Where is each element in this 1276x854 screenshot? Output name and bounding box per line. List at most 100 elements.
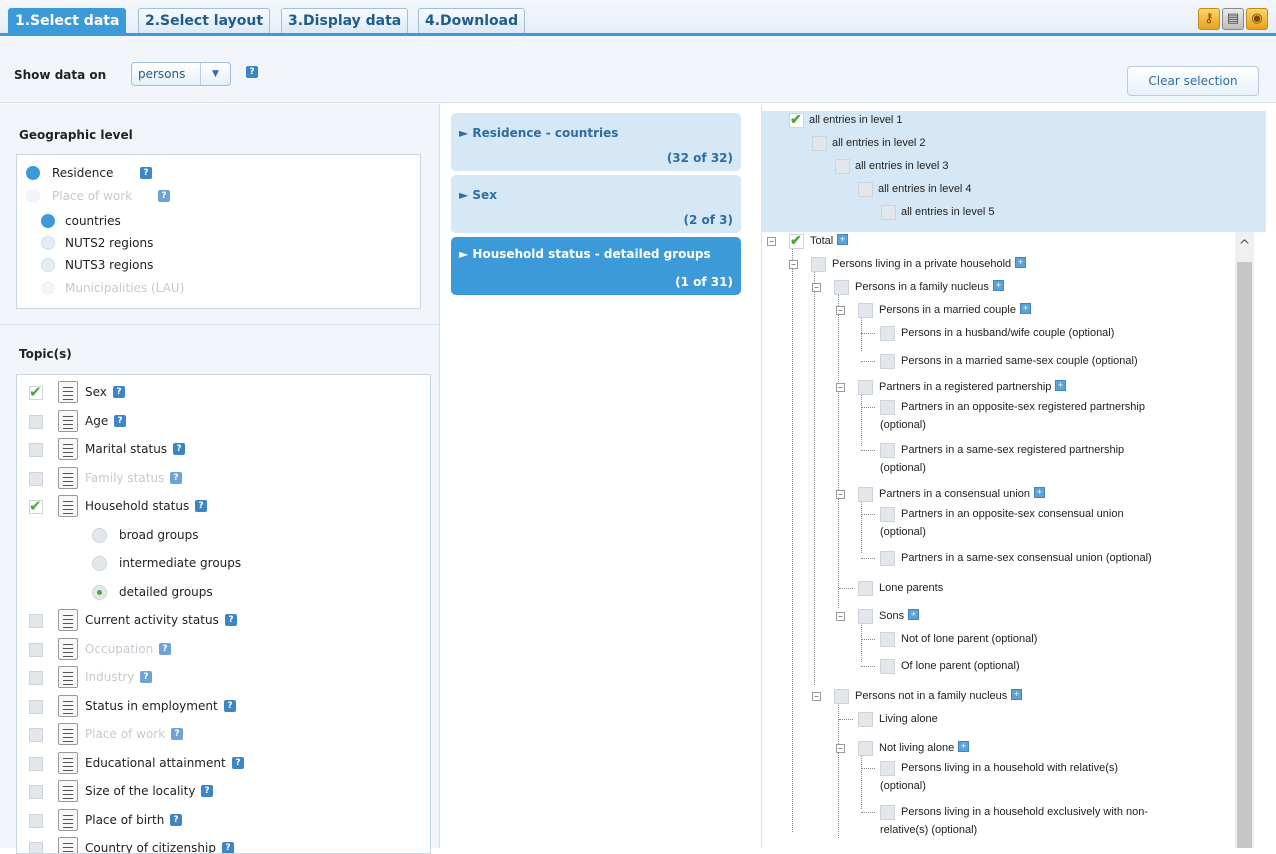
radio-button[interactable] [26,166,40,180]
help-icon[interactable]: ? [224,699,236,712]
level-checkbox[interactable] [835,159,850,174]
topic-item[interactable]: Occupation? [17,636,417,664]
unit-select[interactable]: persons ▼ [131,62,231,86]
document-icon[interactable] [58,780,78,802]
topic-checkbox[interactable] [29,414,43,429]
dimension-card-residence[interactable]: ► Residence - countries (32 of 32) [451,113,741,171]
geo-option[interactable]: Residence? [26,163,326,183]
tree-checkbox[interactable] [880,400,895,415]
radio-button[interactable] [41,236,55,250]
radio-button[interactable] [41,258,55,272]
expand-details-icon[interactable]: + [993,280,1004,291]
help-icon[interactable]: ? [232,756,244,769]
expand-details-icon[interactable]: + [1015,257,1026,268]
topic-checkbox[interactable] [29,699,43,714]
tree-checkbox[interactable] [880,354,895,369]
disc-icon[interactable]: ◉ [1246,8,1268,30]
document-icon[interactable] [58,808,78,831]
dimension-card-sex[interactable]: ► Sex (2 of 3) [451,175,741,233]
clear-selection-button[interactable]: Clear selection [1127,66,1259,96]
collapse-toggle[interactable]: − [836,383,845,392]
collapse-toggle[interactable]: − [812,692,821,701]
household-level-option[interactable]: broad groups [17,522,417,550]
geo-option[interactable]: NUTS3 regions [41,255,341,275]
expand-details-icon[interactable]: + [1055,380,1066,391]
tree-checkbox[interactable] [858,609,873,624]
tree-checkbox[interactable] [880,443,895,458]
radio-button[interactable] [41,214,55,228]
tree-checkbox[interactable] [880,507,895,522]
expand-details-icon[interactable]: + [1034,487,1045,498]
scroll-up-icon[interactable]: ^ [1235,232,1254,260]
tree-checkbox[interactable] [858,741,873,756]
topic-item[interactable]: Place of birth? [17,807,417,835]
geo-option[interactable]: countries [41,211,341,231]
tree-checkbox[interactable] [858,712,873,727]
scrollbar[interactable]: ^ [1235,232,1254,848]
tree-checkbox[interactable] [880,326,895,341]
tree-checkbox[interactable]: ✔ [789,232,804,249]
tab-display-data[interactable]: 3.Display data [281,8,409,34]
topic-checkbox[interactable]: ✔ [29,497,43,515]
help-icon[interactable]: ? [170,813,182,826]
topic-checkbox[interactable] [29,842,43,853]
help-icon[interactable]: ? [246,66,258,78]
help-icon[interactable]: ? [113,386,125,398]
tab-download[interactable]: 4.Download [418,8,526,34]
collapse-toggle[interactable]: − [836,490,845,499]
key-icon[interactable]: ⚷ [1198,8,1220,30]
collapse-toggle[interactable]: − [836,612,845,621]
level-checkbox[interactable] [812,136,827,151]
topic-checkbox[interactable] [29,728,43,742]
help-icon[interactable]: ? [195,500,207,512]
tab-select-data[interactable]: 1.Select data [8,8,127,34]
document-icon[interactable] [58,466,78,489]
expand-details-icon[interactable]: + [1011,689,1022,700]
help-icon[interactable]: ? [222,842,234,853]
tree-checkbox[interactable] [811,257,826,272]
tree-checkbox[interactable] [880,551,895,566]
radio-button[interactable] [92,556,107,571]
radio-button[interactable] [92,584,107,600]
level-checkbox[interactable] [858,182,873,197]
help-icon[interactable]: ? [173,443,185,455]
topic-checkbox[interactable] [29,614,43,628]
chevron-down-icon[interactable]: ▼ [200,63,230,85]
help-icon[interactable]: ? [158,190,170,202]
document-icon[interactable] [58,637,78,660]
tab-select-layout[interactable]: 2.Select layout [138,8,271,34]
scroll-thumb[interactable] [1237,262,1252,848]
tree-checkbox[interactable] [880,659,895,674]
document-icon[interactable] [58,723,78,745]
document-icon[interactable] [58,837,78,853]
topic-checkbox[interactable] [29,813,43,828]
document-icon[interactable] [58,609,78,631]
topic-item[interactable]: Country of citizenship? [17,835,417,853]
document-icon[interactable] [58,409,78,432]
topic-item[interactable]: Family status? [17,465,417,493]
document-icon[interactable] [58,495,78,517]
topic-checkbox[interactable] [29,785,43,799]
collapse-toggle[interactable]: − [836,744,845,753]
collapse-toggle[interactable]: − [767,237,776,246]
topic-item[interactable]: Place of work? [17,721,417,749]
table-icon[interactable]: ▤ [1222,8,1244,30]
household-level-option[interactable]: intermediate groups [17,550,417,578]
topic-checkbox[interactable] [29,642,43,657]
topic-item[interactable]: Industry? [17,664,417,692]
collapse-toggle[interactable]: − [836,306,845,315]
topic-checkbox[interactable] [29,443,43,457]
tree-checkbox[interactable] [858,581,873,596]
radio-button[interactable] [92,527,107,543]
geo-option[interactable]: NUTS2 regions [41,233,341,253]
topic-item[interactable]: Status in employment? [17,693,417,721]
topic-item[interactable]: Size of the locality? [17,778,417,806]
document-icon[interactable] [58,381,78,403]
topic-item[interactable]: ✔ Sex? [17,379,417,407]
household-level-option[interactable]: detailed groups [17,579,417,607]
tree-checkbox[interactable] [834,280,849,295]
help-icon[interactable]: ? [114,414,126,427]
help-icon[interactable]: ? [140,167,152,179]
topic-checkbox[interactable] [29,671,43,685]
tree-checkbox[interactable] [880,805,895,820]
